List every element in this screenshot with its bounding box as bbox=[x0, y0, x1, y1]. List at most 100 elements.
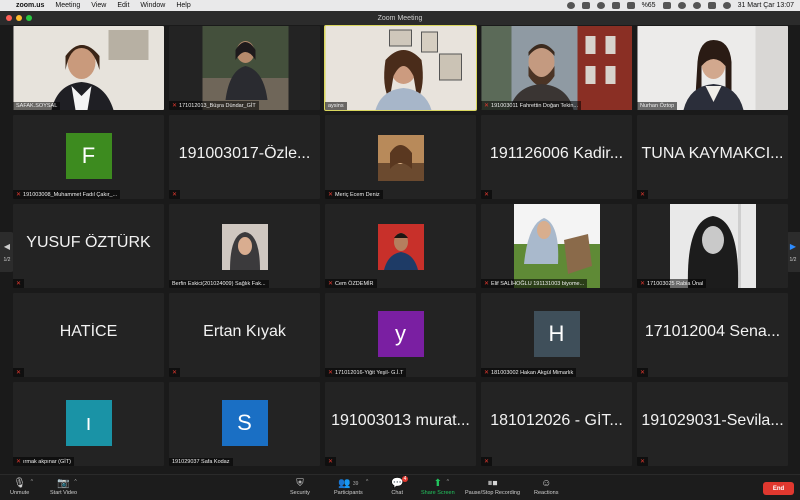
close-window-button[interactable] bbox=[6, 15, 12, 21]
muted-mic-icon: ✕ bbox=[328, 281, 334, 287]
participant-tile[interactable]: Nurhan Öztop bbox=[637, 26, 788, 110]
next-page-button[interactable]: ▶ 1/2 bbox=[786, 232, 800, 272]
active-speaker-tile[interactable]: aysins bbox=[324, 25, 477, 111]
recording-button[interactable]: ⏸⏹ Pause/Stop Recording bbox=[465, 477, 520, 496]
name-text: aysins bbox=[328, 103, 344, 109]
participant-name: ✕ bbox=[637, 368, 649, 377]
participant-tile[interactable]: ✕ 191003011 Fahrettin Doğan Tekin... bbox=[481, 26, 632, 110]
muted-mic-icon: ✕ bbox=[16, 281, 22, 287]
participant-tile[interactable]: 191003017-Özle... ✕ bbox=[169, 115, 320, 199]
participant-tile[interactable]: S 191029037 Safa Kodaz bbox=[169, 382, 320, 466]
security-button[interactable]: ⛨ Security bbox=[290, 477, 310, 496]
participant-tile[interactable]: ✕ 171003025 Rabia Ünal bbox=[637, 204, 788, 288]
participant-tile[interactable]: ✕ Meriç Ecem Deniz bbox=[325, 115, 476, 199]
shield-icon: ⛨ bbox=[296, 478, 304, 489]
menu-window[interactable]: Window bbox=[140, 2, 165, 9]
participant-tile[interactable]: 181012026 - GİT... ✕ bbox=[481, 382, 632, 466]
participant-tile[interactable]: 191029031-Sevila... ✕ bbox=[637, 382, 788, 466]
share-screen-button[interactable]: ⬆ ^ Share Screen bbox=[421, 477, 455, 496]
page-indicator-right: 1/2 bbox=[789, 256, 797, 263]
profile-picture bbox=[377, 224, 424, 270]
menu-bar: zoom.us Meeting View Edit Window Help %6… bbox=[0, 0, 800, 11]
name-text: ırmak akpınar (GİT) bbox=[23, 458, 72, 465]
participant-display-name: 181012026 - GİT... bbox=[490, 412, 623, 429]
participant-display-name: 191003013 murat... bbox=[331, 412, 470, 429]
participant-tile[interactable]: TUNA KAYMAKCI... ✕ bbox=[637, 115, 788, 199]
minimize-window-button[interactable] bbox=[16, 15, 22, 21]
menu-app[interactable]: zoom.us bbox=[16, 2, 44, 9]
participant-tile[interactable]: 191126006 Kadir... ✕ bbox=[481, 115, 632, 199]
end-meeting-button[interactable]: End bbox=[763, 482, 794, 495]
start-video-label: Start Video bbox=[50, 490, 78, 496]
profile-picture bbox=[669, 204, 756, 288]
zoom-window-button[interactable] bbox=[26, 15, 32, 21]
participants-count: 39 bbox=[352, 480, 359, 487]
participants-label: Participants bbox=[334, 490, 363, 496]
participant-tile[interactable]: SAFAK.SOYSAL bbox=[13, 26, 164, 110]
participants-button[interactable]: 👥 39 ^ Participants bbox=[334, 477, 368, 496]
spotlight-search-icon[interactable] bbox=[692, 2, 701, 9]
chat-button[interactable]: 💬 4 Chat bbox=[391, 476, 409, 496]
avatar-letter: S bbox=[237, 410, 252, 435]
participant-tile[interactable]: Berfin Eskici(201024009) Sağlık Fak... bbox=[169, 204, 320, 288]
menu-view[interactable]: View bbox=[91, 2, 106, 9]
profile-picture bbox=[513, 204, 600, 288]
chevron-up-icon[interactable]: ^ bbox=[447, 479, 449, 485]
participant-name: ✕ bbox=[169, 368, 181, 377]
muted-mic-icon: ✕ bbox=[328, 459, 334, 465]
menu-meeting[interactable]: Meeting bbox=[55, 2, 80, 9]
participant-tile[interactable]: y ✕ 171012016-Yiğit Yeşil- G.İ.T bbox=[325, 293, 476, 377]
participant-name: 191029037 Safa Kodaz bbox=[169, 458, 233, 466]
participant-tile[interactable]: YUSUF ÖZTÜRK ✕ bbox=[13, 204, 164, 288]
muted-mic-icon: ✕ bbox=[640, 281, 646, 287]
participant-tile[interactable]: ı ✕ ırmak akpınar (GİT) bbox=[13, 382, 164, 466]
volume-icon[interactable] bbox=[626, 2, 635, 9]
unmute-button[interactable]: 🎙 ^ Unmute bbox=[10, 477, 33, 496]
battery-icon[interactable] bbox=[662, 2, 671, 9]
participant-tile[interactable]: 191003013 murat... ✕ bbox=[325, 382, 476, 466]
siri-icon[interactable] bbox=[722, 2, 731, 9]
menu-clock: 31 Mart Çar 13:07 bbox=[737, 2, 794, 9]
participant-display-name: 191029031-Sevila... bbox=[641, 412, 784, 429]
camera-status-icon[interactable] bbox=[581, 2, 590, 9]
chevron-up-icon[interactable]: ^ bbox=[74, 479, 76, 485]
participant-tile[interactable]: ✕ Elif SALİHOĞLU 191131003 biyome... bbox=[481, 204, 632, 288]
page-indicator-left: 1/2 bbox=[3, 256, 11, 263]
participant-tile[interactable]: HATİCE ✕ bbox=[13, 293, 164, 377]
participant-video bbox=[169, 26, 320, 110]
previous-page-button[interactable]: ◀ 1/2 bbox=[0, 232, 14, 272]
sync-icon[interactable] bbox=[596, 2, 605, 9]
avatar: ı bbox=[65, 400, 112, 446]
muted-mic-icon: ✕ bbox=[484, 370, 490, 376]
participant-name: ✕ bbox=[169, 190, 181, 199]
participant-name: aysins bbox=[325, 102, 347, 110]
menu-edit[interactable]: Edit bbox=[117, 2, 129, 9]
participant-tile[interactable]: ✕ Cem ÖZDEMİR bbox=[325, 204, 476, 288]
chevron-up-icon[interactable]: ^ bbox=[31, 479, 33, 485]
menu-help[interactable]: Help bbox=[176, 2, 190, 9]
wifi-icon[interactable] bbox=[677, 2, 686, 9]
zoom-status-icon[interactable] bbox=[566, 2, 575, 9]
chevron-up-icon[interactable]: ^ bbox=[366, 479, 368, 485]
reactions-icon: ☺ bbox=[541, 478, 552, 489]
participant-name: ✕ bbox=[13, 279, 25, 288]
muted-mic-icon: ✕ bbox=[328, 192, 334, 198]
reactions-button[interactable]: ☺ Reactions bbox=[534, 477, 558, 496]
participant-tile[interactable]: F ✕ 191003008_Muhammet Fadıl Çakır_... bbox=[13, 115, 164, 199]
control-center-icon[interactable] bbox=[707, 2, 716, 9]
participant-tile[interactable]: 171012004 Sena... ✕ bbox=[637, 293, 788, 377]
name-text: Nurhan Öztop bbox=[640, 103, 675, 109]
avatar: y bbox=[377, 311, 424, 357]
name-text: 171003025 Rabia Ünal bbox=[647, 280, 704, 287]
avatar-letter: y bbox=[395, 321, 406, 346]
participant-tile[interactable]: H ✕ 181003002 Hakan Akgül Mimarlık bbox=[481, 293, 632, 377]
participant-name: ✕ bbox=[637, 457, 649, 466]
participant-name: ✕ 171012013_Büşra Dündar_GİT bbox=[169, 101, 259, 110]
start-video-button[interactable]: 📷 ^ Start Video bbox=[50, 477, 77, 496]
avatar-letter: F bbox=[81, 143, 96, 168]
muted-mic-icon: ✕ bbox=[484, 192, 490, 198]
participant-tile[interactable]: ✕ 171012013_Büşra Dündar_GİT bbox=[169, 26, 320, 110]
participant-tile[interactable]: Ertan Kıyak ✕ bbox=[169, 293, 320, 377]
name-text: SAFAK.SOYSAL bbox=[16, 103, 58, 109]
bluetooth-icon[interactable] bbox=[611, 2, 620, 9]
